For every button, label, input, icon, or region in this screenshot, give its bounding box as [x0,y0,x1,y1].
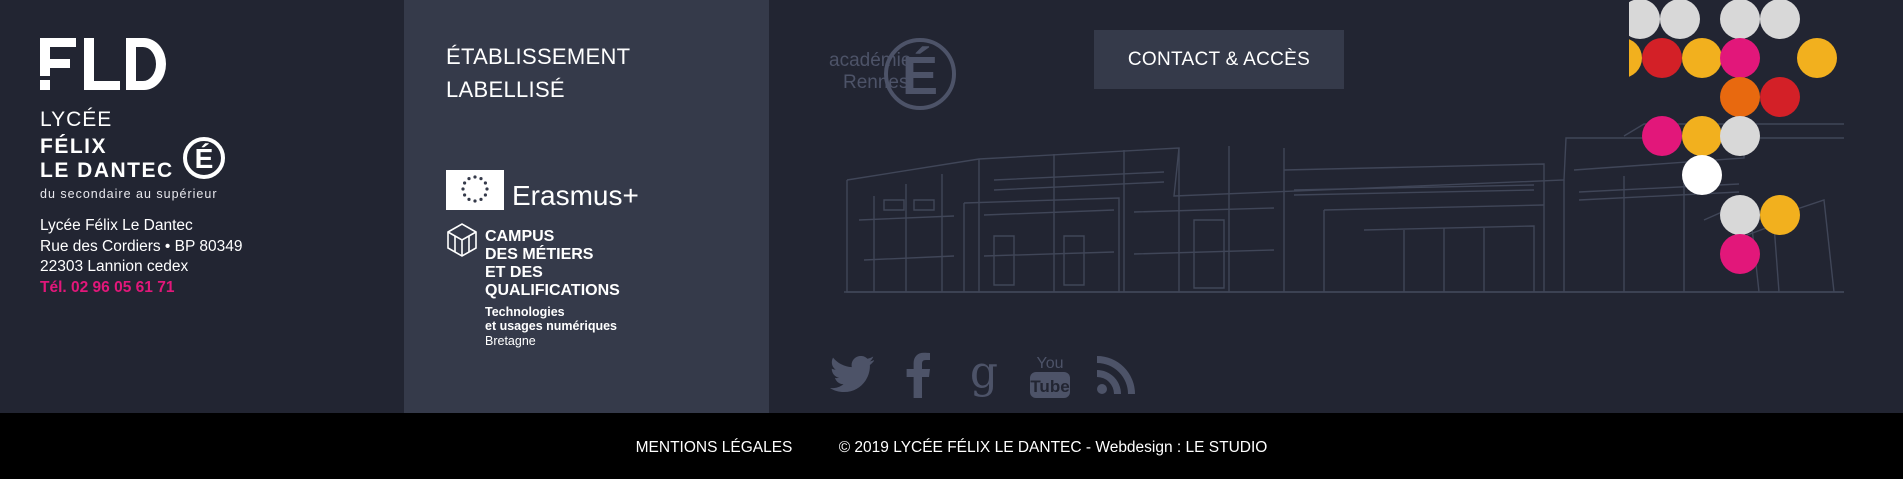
labels-column: ÉTABLISSEMENT LABELLISÉ Erasmus+ CAMPUS … [404,0,769,413]
campus-line4: QUALIFICATIONS [485,282,620,299]
google-plus-glyph: g [970,351,998,398]
twitter-icon[interactable] [829,352,875,398]
fld-logo[interactable] [40,38,166,90]
tagline: du secondaire au supérieur [40,187,218,201]
school-name: FÉLIX LE DANTEC [40,135,174,183]
copyright-text: © 2019 LYCÉE FÉLIX LE DANTEC - Webdesign… [838,439,1268,456]
labels-title-line1: ÉTABLISSEMENT [446,44,631,69]
decorative-dots-main [1642,0,1837,274]
address-block: Lycée Félix Le Dantec Rue des Cordiers •… [40,216,242,298]
visual-column: É académie Rennes CONTACT & ACCÈS g You … [769,0,1903,413]
address-line1: Lycée Félix Le Dantec [40,217,193,234]
campus-metiers-logo[interactable]: CAMPUS DES MÉTIERS ET DES QUALIFICATIONS… [446,222,636,360]
youtube-icon[interactable]: You Tube [1027,352,1073,398]
social-links: g You Tube [829,351,1139,398]
campus-line6: et usages numériques [485,319,617,333]
school-name-line2: LE DANTEC [40,159,174,182]
address-line2: Rue des Cordiers • BP 80349 [40,237,243,255]
labels-title: ÉTABLISSEMENT LABELLISÉ [446,40,630,106]
legal-bar: MENTIONS LÉGALES © 2019 LYCÉE FÉLIX LE D… [0,413,1903,479]
campus-line5: Technologies [485,305,565,319]
campus-line7: Bretagne [485,334,536,348]
facebook-icon[interactable] [895,352,941,398]
erasmus-text: Erasmus+ [512,180,639,211]
google-plus-icon[interactable]: g [961,351,1007,398]
address-line3: 22303 Lannion cedex [40,258,189,275]
legal-links: MENTIONS LÉGALES © 2019 LYCÉE FÉLIX LE D… [0,439,1903,457]
campus-line1: CAMPUS [485,228,555,245]
lycee-label: LYCÉE [40,108,113,131]
e-circle-logo-letter: É [195,143,214,174]
phone-link[interactable]: Tél. 02 96 05 61 71 [40,278,242,299]
e-circle-logo: É [183,137,225,179]
campus-line2: DES MÉTIERS [485,244,594,263]
mentions-legales-link[interactable]: MENTIONS LÉGALES [636,439,793,457]
contact-info-column: LYCÉE FÉLIX LE DANTEC É du secondaire au… [0,0,404,413]
youtube-tube-text: Tube [1030,377,1069,396]
erasmus-logo[interactable]: Erasmus+ [446,168,646,212]
site-footer: LYCÉE FÉLIX LE DANTEC É du secondaire au… [0,0,1903,413]
labels-title-line2: LABELLISÉ [446,77,565,102]
cube-icon [447,223,477,257]
school-name-line1: FÉLIX [40,135,108,158]
rss-icon[interactable] [1093,352,1139,398]
campus-line3: ET DES [485,264,543,281]
youtube-you-text: You [1037,355,1064,372]
